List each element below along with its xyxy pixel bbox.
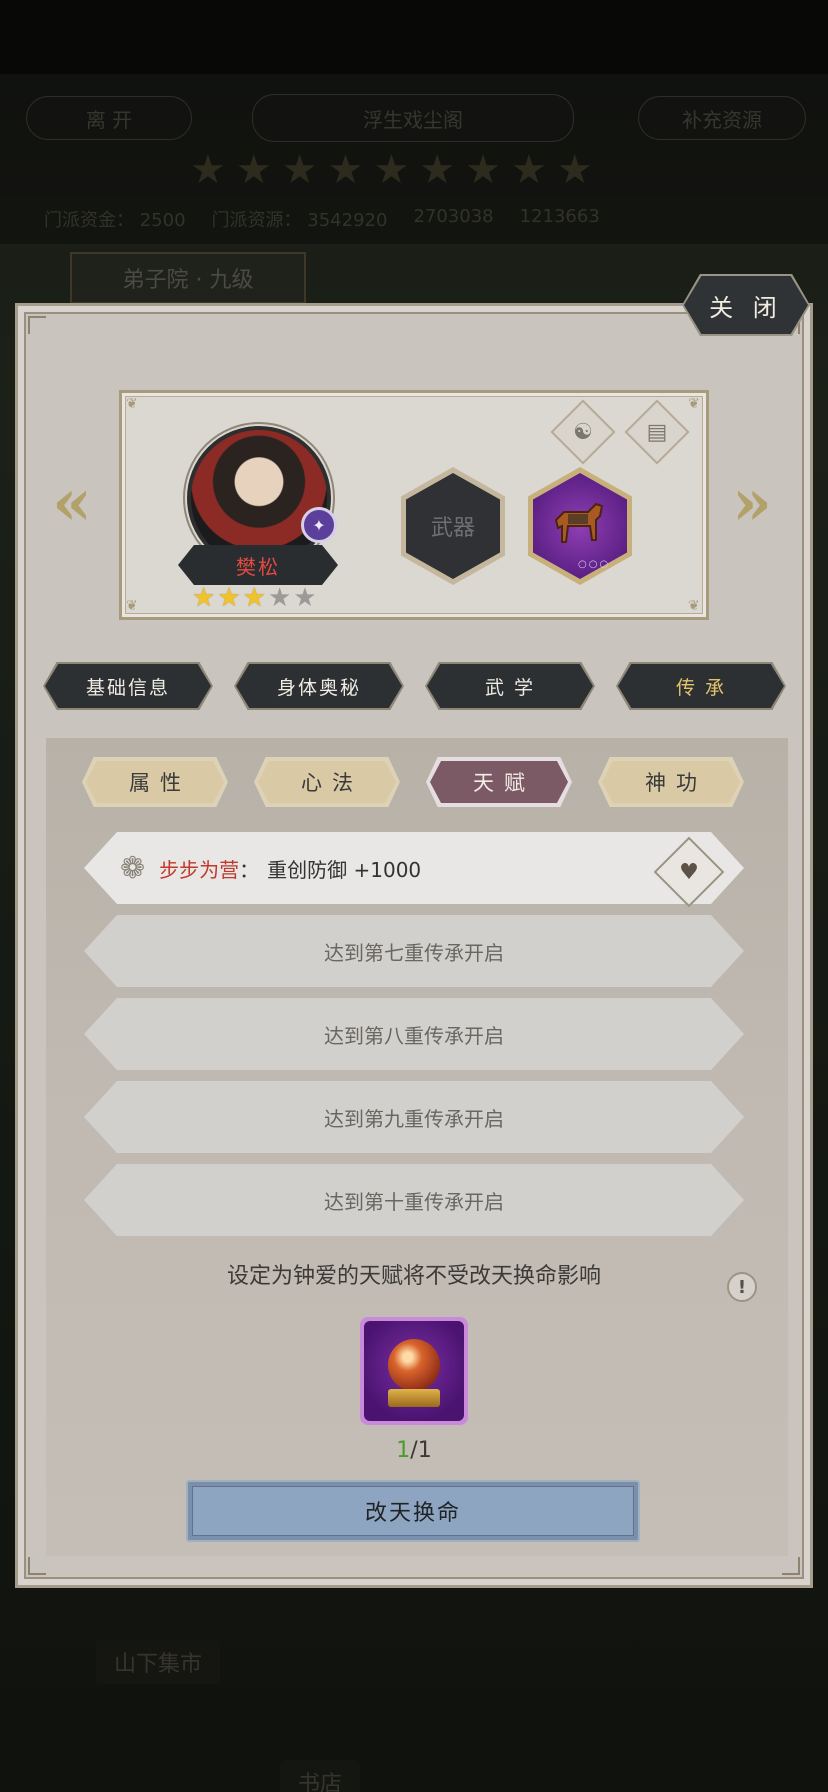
next-character-arrow[interactable]: » [730,470,774,536]
orb-icon [364,1321,464,1421]
talent-effect: 重创防御 +1000 [267,857,422,882]
yin-yang-icon[interactable]: ☯ [560,409,606,455]
talent-row-locked: 达到第九重传承开启 [84,1081,744,1153]
star-icon: ★ [217,583,241,613]
subtab-divine-skill[interactable]: 神功 [602,761,740,803]
horse-icon [554,502,604,543]
heart-icon[interactable]: ♥ [664,847,714,897]
star-icon: ★ [293,583,317,613]
info-icon[interactable]: ! [727,1272,757,1302]
reroll-item-slot[interactable] [360,1317,468,1425]
gear-icon: ❁ [120,850,146,886]
talent-name: 步步为营 [159,857,240,882]
subtab-attributes[interactable]: 属性 [86,761,224,803]
tab-body-secrets[interactable]: 身体奥秘 [236,664,402,708]
item-count: 1/1 [396,1438,432,1463]
prev-character-arrow[interactable]: « [50,470,94,536]
talent-row-locked: 达到第十重传承开启 [84,1164,744,1236]
book-icon[interactable]: ▤ [634,409,680,455]
close-button[interactable]: 关 闭 [684,276,808,334]
tab-inheritance[interactable]: 传 承 [618,664,784,708]
mount-level-dots: ○○○ [578,559,611,570]
talent-row-locked: 达到第七重传承开启 [84,915,744,987]
star-icon: ★ [192,583,216,613]
talent-row-locked: 达到第八重传承开启 [84,998,744,1070]
subtab-mind-method[interactable]: 心法 [258,761,396,803]
star-rating: ★ ★ ★ ★ ★ [192,584,317,612]
weapon-slot-label: 武器 [430,516,475,541]
talent-row-active[interactable]: ❁ 步步为营 ： 重创防御 +1000 [84,832,744,904]
tab-basic-info[interactable]: 基础信息 [45,664,211,708]
character-name: 樊松 [178,545,338,585]
star-icon: ★ [242,583,266,613]
star-icon: ★ [267,583,292,613]
favorite-notice: 设定为钟爱的天赋将不受改天换命影响 [226,1264,601,1289]
subtab-talent[interactable]: 天赋 [430,761,568,803]
spear-class-icon: ✦ [301,507,337,543]
change-fate-button[interactable]: 改天换命 [192,1486,634,1536]
tab-martial-arts[interactable]: 武 学 [427,664,593,708]
